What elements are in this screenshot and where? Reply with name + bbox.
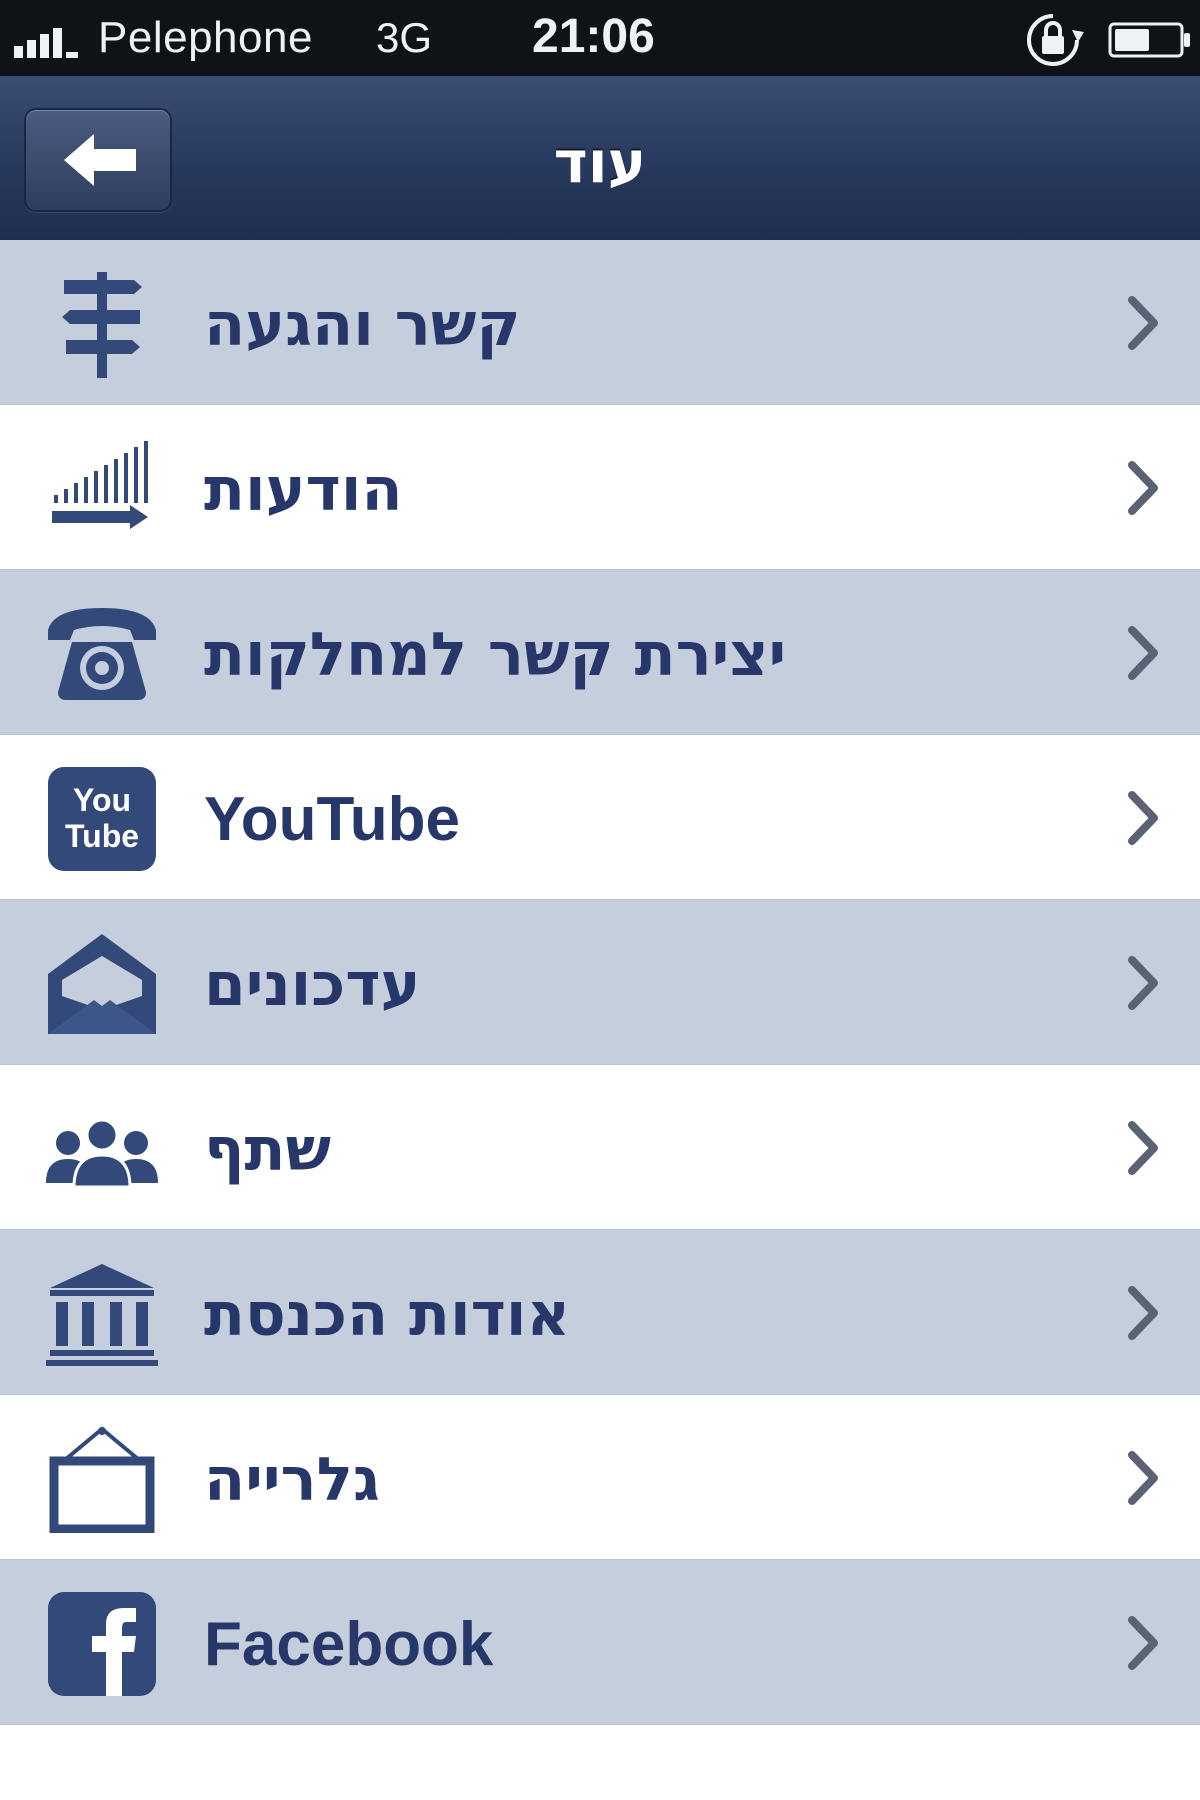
- chevron-right-icon: [1128, 1286, 1158, 1340]
- menu-item-label: גלרייה: [204, 1445, 380, 1515]
- status-bar: Pelephone 3G 21:06: [0, 0, 1200, 76]
- menu-item-youtube[interactable]: You Tube YouTube: [0, 735, 1200, 900]
- building-icon: [46, 1264, 158, 1366]
- status-time: 21:06: [532, 10, 655, 63]
- menu-item-label: קשר והגעה: [204, 290, 521, 360]
- menu-item-share[interactable]: שתף: [0, 1065, 1200, 1230]
- menu-item-announcements[interactable]: הודעות: [0, 405, 1200, 570]
- navigation-bar: עוד: [0, 76, 1200, 242]
- youtube-icon-text-bottom: Tube: [65, 818, 139, 854]
- chevron-right-icon: [1128, 1451, 1158, 1505]
- menu-item-label: Facebook: [204, 1610, 494, 1679]
- menu-item-department-contact[interactable]: יצירת קשר למחלקות: [0, 570, 1200, 735]
- battery-icon: [1108, 22, 1190, 58]
- facebook-icon: [48, 1592, 156, 1696]
- menu-item-label: שתף: [204, 1115, 331, 1185]
- envelope-icon: [48, 934, 156, 1034]
- chevron-right-icon: [1128, 296, 1158, 350]
- network-type: 3G: [376, 14, 433, 61]
- menu-item-about-knesset[interactable]: אודות הכנסת: [0, 1230, 1200, 1395]
- menu-item-label: YouTube: [204, 785, 460, 854]
- carrier-name: Pelephone: [98, 13, 313, 62]
- menu-item-updates[interactable]: עדכונים: [0, 900, 1200, 1065]
- people-icon: [46, 1118, 158, 1189]
- menu-item-label: הודעות: [204, 455, 403, 525]
- youtube-icon: You Tube: [48, 767, 156, 871]
- menu-item-gallery[interactable]: גלרייה: [0, 1395, 1200, 1560]
- menu-item-label: אודות הכנסת: [204, 1280, 571, 1350]
- telephone-icon: [48, 608, 156, 700]
- picture-frame-icon: [49, 1426, 155, 1533]
- menu-item-label: יצירת קשר למחלקות: [204, 620, 787, 690]
- chevron-right-icon: [1128, 461, 1158, 515]
- chevron-right-icon: [1128, 1121, 1158, 1175]
- menu-list: קשר והגעה הודעות יצירת קשר למחלקות You T…: [0, 240, 1200, 1725]
- announcements-arrow-icon: [52, 441, 148, 529]
- signpost-icon: [62, 272, 142, 378]
- menu-item-facebook[interactable]: Facebook: [0, 1560, 1200, 1725]
- chevron-right-icon: [1128, 1616, 1158, 1670]
- chevron-right-icon: [1128, 956, 1158, 1010]
- menu-item-label: עדכונים: [204, 950, 421, 1020]
- page-title: עוד: [553, 128, 647, 196]
- youtube-icon-text-top: You: [73, 782, 131, 818]
- signal-strength-icon: [14, 28, 78, 58]
- rotation-lock-icon: [1027, 14, 1084, 66]
- chevron-right-icon: [1128, 626, 1158, 680]
- chevron-right-icon: [1128, 791, 1158, 845]
- menu-item-contact-arrival[interactable]: קשר והגעה: [0, 240, 1200, 405]
